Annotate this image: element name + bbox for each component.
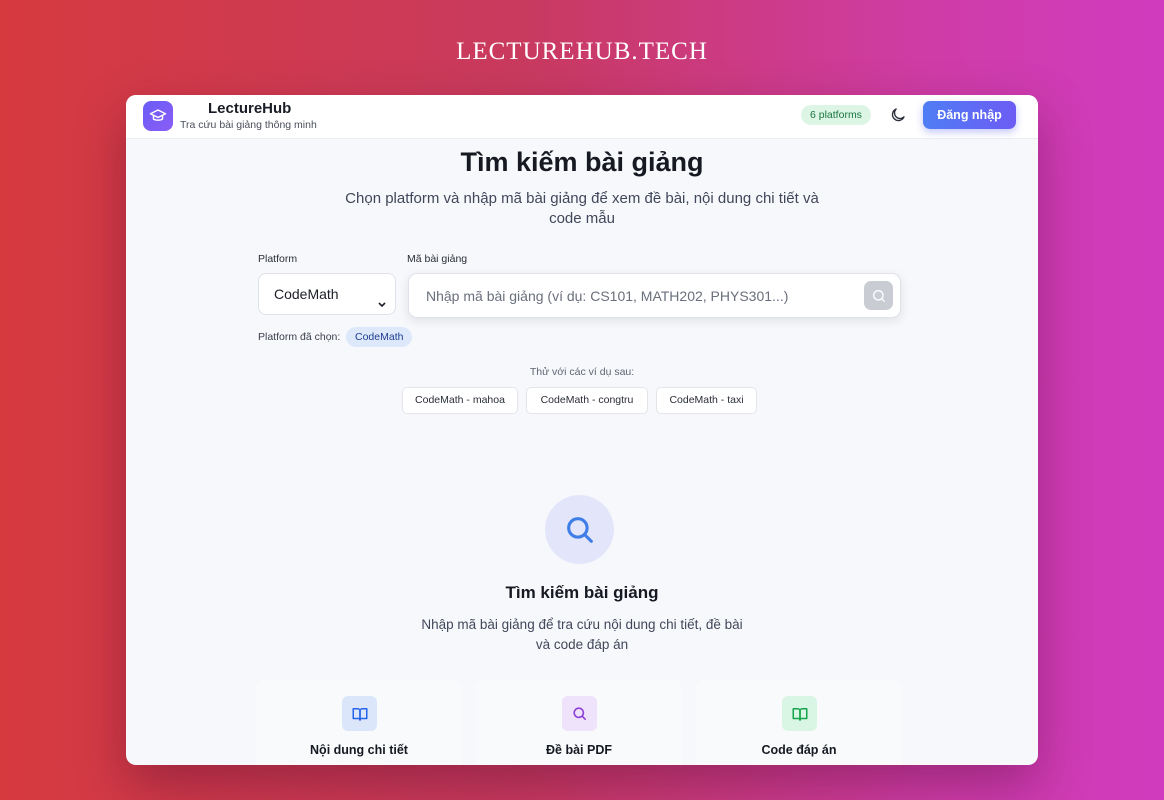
empty-state-title: Tìm kiếm bài giảng bbox=[505, 583, 659, 602]
empty-state-icon bbox=[545, 495, 614, 564]
chevron-down-icon bbox=[377, 287, 387, 308]
graduation-cap-icon[interactable] bbox=[143, 101, 173, 131]
search-box bbox=[408, 273, 901, 318]
feature-label: Code đáp án bbox=[761, 743, 837, 757]
app-window: LectureHub Tra cứu bài giảng thông minh … bbox=[126, 95, 1038, 765]
empty-state-subtitle: Nhập mã bài giảng để tra cứu nội dung ch… bbox=[421, 617, 743, 652]
example-button[interactable]: CodeMath - taxi bbox=[656, 387, 757, 414]
book-icon bbox=[782, 696, 817, 731]
top-bar: LectureHub Tra cứu bài giảng thông minh … bbox=[126, 95, 1038, 139]
book-icon bbox=[342, 696, 377, 731]
site-title: LECTUREHUB.TECH bbox=[456, 38, 708, 65]
feature-card: Code đáp án bbox=[696, 680, 902, 765]
feature-label: Đề bài PDF bbox=[546, 743, 612, 757]
page-subtitle: Chọn platform và nhập mã bài giảng để xe… bbox=[345, 190, 819, 227]
platform-select[interactable]: CodeMath bbox=[258, 273, 396, 315]
example-button[interactable]: CodeMath - mahoa bbox=[402, 387, 518, 414]
feature-card: Nội dung chi tiết bbox=[256, 680, 462, 765]
login-button[interactable]: Đăng nhập bbox=[923, 101, 1016, 129]
selected-platform-chip: CodeMath bbox=[346, 327, 413, 347]
search-button[interactable] bbox=[864, 281, 893, 310]
example-button[interactable]: CodeMath - congtru bbox=[526, 387, 648, 414]
search-icon bbox=[562, 696, 597, 731]
search-icon bbox=[566, 516, 593, 543]
platforms-badge: 6 platforms bbox=[801, 105, 871, 125]
search-input[interactable] bbox=[409, 274, 849, 317]
feature-card: Đề bài PDF bbox=[476, 680, 682, 765]
brand-subtitle: Tra cứu bài giảng thông minh bbox=[180, 119, 317, 131]
feature-label: Nội dung chi tiết bbox=[310, 743, 408, 757]
brand-name[interactable]: LectureHub bbox=[208, 100, 291, 117]
platform-label: Platform bbox=[258, 253, 298, 265]
search-icon bbox=[872, 289, 885, 302]
moon-icon[interactable] bbox=[889, 106, 907, 124]
platform-select-value: CodeMath bbox=[274, 286, 339, 302]
selected-platform-label: Platform đã chọn: bbox=[258, 331, 341, 343]
page-title: Tìm kiếm bài giảng bbox=[460, 147, 704, 177]
code-label: Mã bài giảng bbox=[407, 253, 468, 265]
examples-label: Thử với các ví dụ sau: bbox=[529, 366, 635, 378]
